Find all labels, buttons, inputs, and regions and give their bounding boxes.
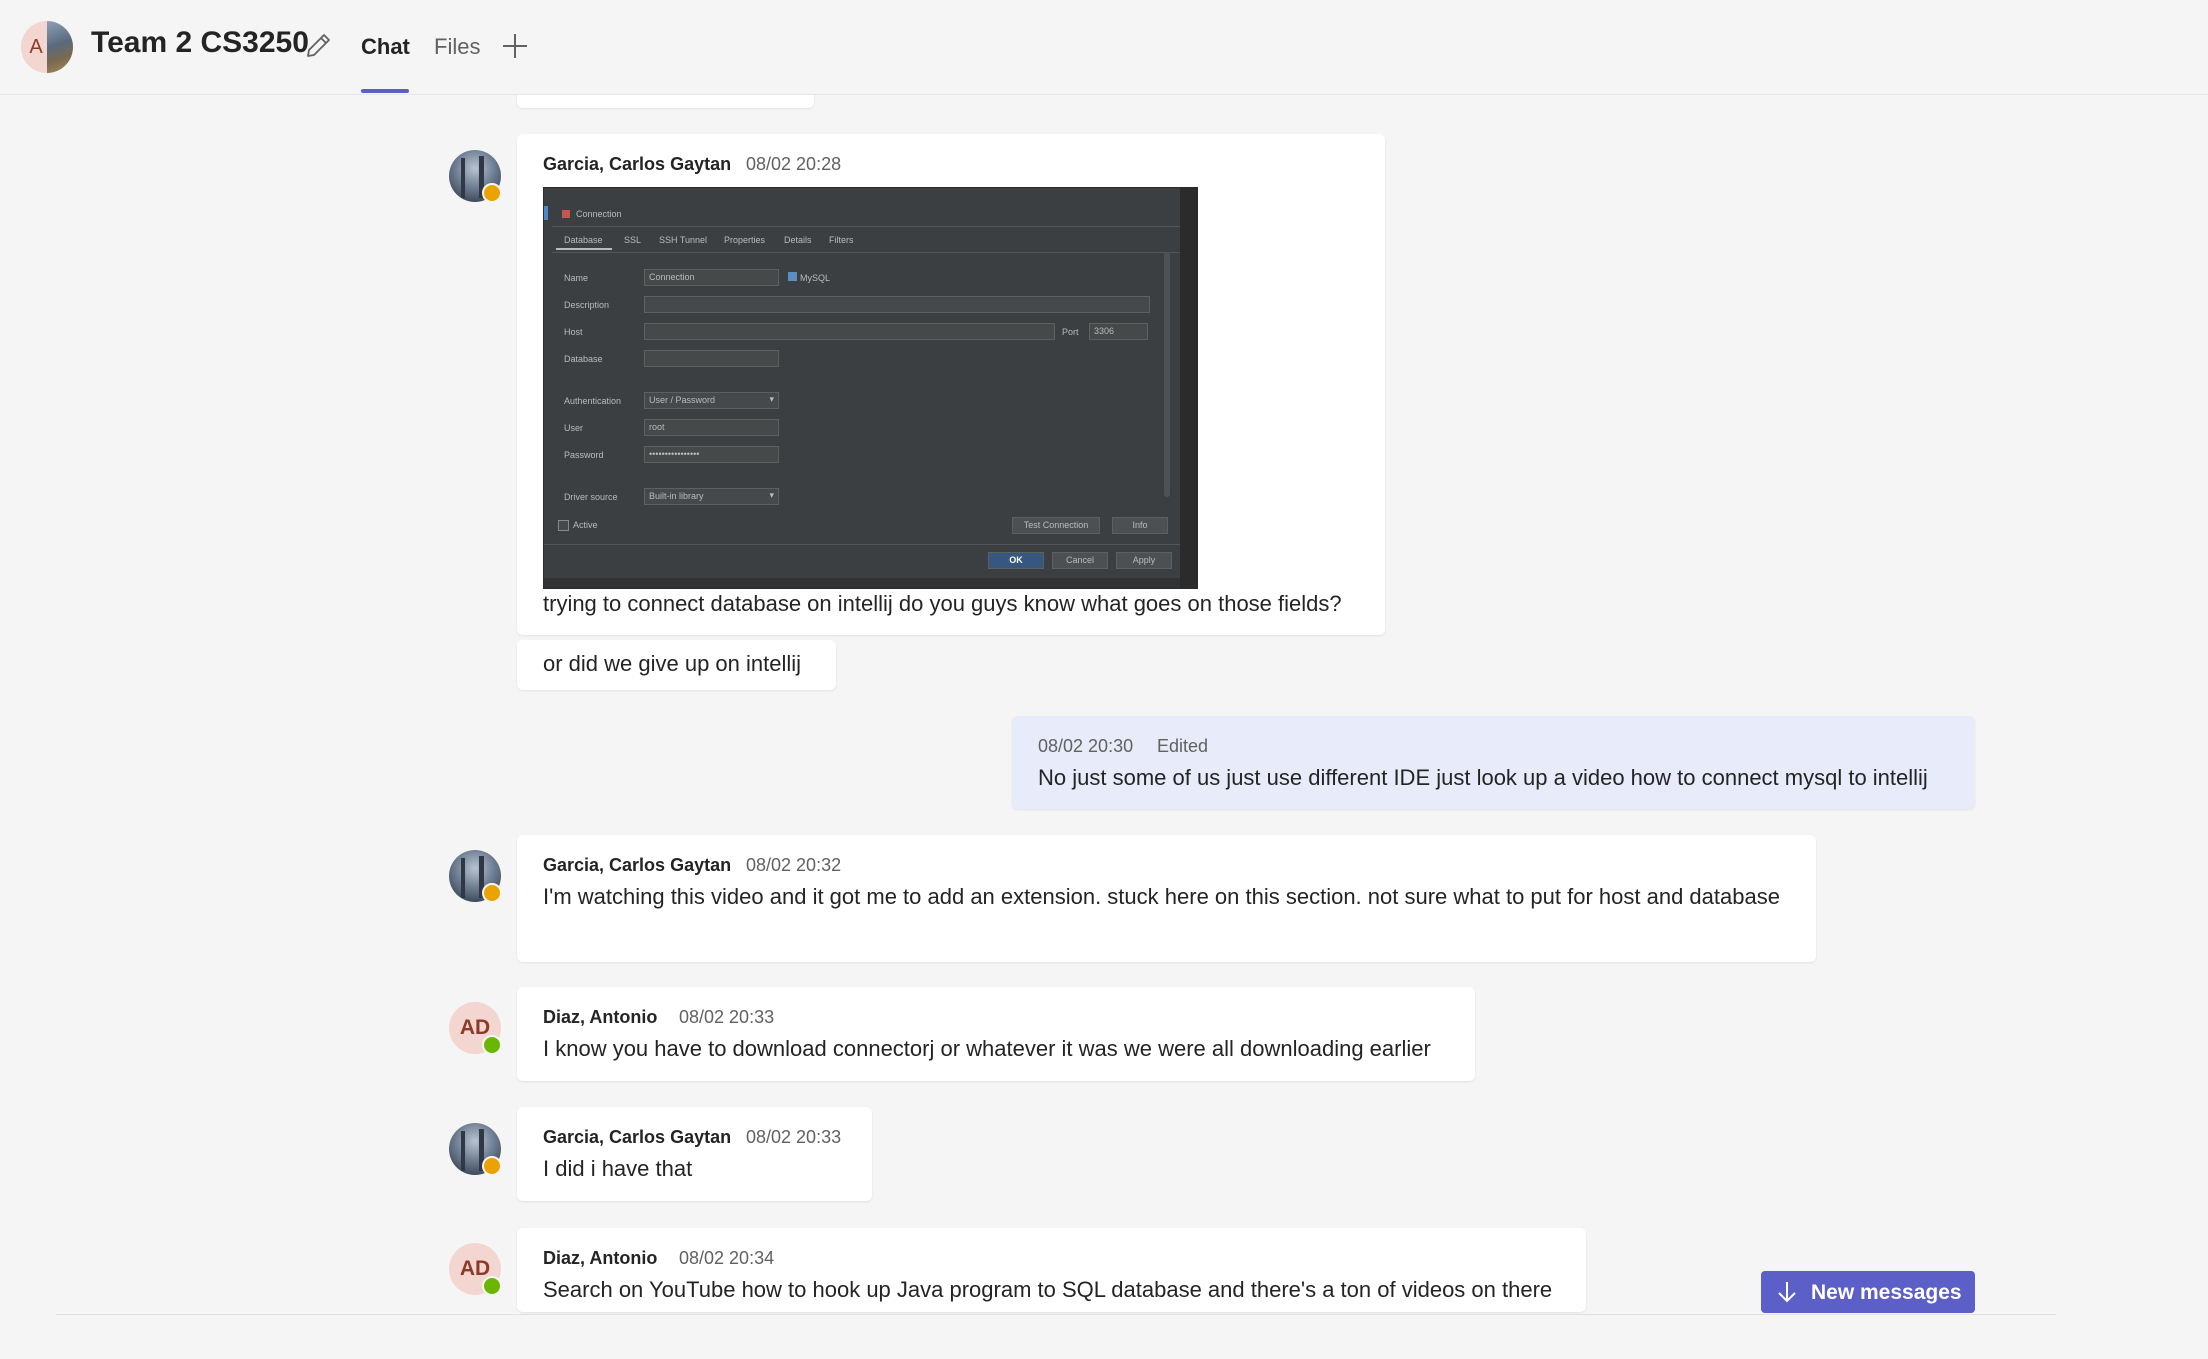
tab-ssh-tunnel[interactable]: SSH Tunnel [659, 235, 707, 245]
message-bubble[interactable]: Garcia, Carlos Gaytan 08/02 20:32 I'm wa… [517, 835, 1816, 962]
status-away-icon [482, 183, 502, 203]
active-checkbox[interactable] [558, 520, 569, 531]
message-sender: Diaz, Antonio [543, 1007, 658, 1027]
group-avatar[interactable]: A [21, 21, 73, 73]
status-available-icon [482, 1035, 502, 1055]
test-connection-button[interactable]: Test Connection [1012, 517, 1100, 534]
message-time: 08/02 20:33 [746, 1127, 842, 1147]
message-text: Search on YouTube how to hook up Java pr… [543, 1277, 1553, 1302]
message-bubble[interactable]: or did we give up on intellij [517, 640, 836, 690]
tab-ssl[interactable]: SSL [624, 235, 641, 245]
own-message-bubble[interactable]: 08/02 20:30 Edited No just some of us ju… [1012, 716, 1975, 809]
message-text: I know you have to download connectorj o… [543, 1036, 1431, 1061]
attached-image[interactable]: Connection Database SSL SSH Tunnel Prope… [543, 187, 1198, 589]
password-label: Password [564, 450, 604, 460]
group-avatar-photo [47, 21, 73, 73]
database-label: Database [564, 354, 603, 364]
database-field[interactable] [644, 350, 779, 367]
driver-source-label: Driver source [564, 492, 618, 502]
description-field[interactable] [644, 296, 1150, 313]
ok-button[interactable]: OK [988, 552, 1044, 569]
host-field[interactable] [644, 323, 1055, 340]
mysql-icon [788, 272, 797, 281]
auth-select[interactable]: User / Password ▾ [644, 392, 779, 409]
tab-files[interactable]: Files [434, 34, 480, 60]
message-text: I'm watching this video and it got me to… [543, 884, 1780, 909]
connection-icon [562, 210, 570, 218]
message-bubble[interactable]: Diaz, Antonio 08/02 20:33 I know you hav… [517, 987, 1475, 1081]
status-available-icon [482, 1276, 502, 1296]
message-bubble[interactable]: Garcia, Carlos Gaytan 08/02 20:33 I did … [517, 1107, 872, 1201]
compose-divider [56, 1314, 2056, 1315]
port-label: Port [1062, 327, 1079, 337]
info-button[interactable]: Info [1112, 517, 1168, 534]
active-tab-indicator [361, 89, 409, 93]
tab-filters[interactable]: Filters [829, 235, 854, 245]
message-bubble[interactable]: Diaz, Antonio 08/02 20:34 Search on YouT… [517, 1228, 1586, 1312]
user-label: User [564, 423, 584, 433]
user-field[interactable]: root [644, 419, 779, 436]
add-tab-icon[interactable] [501, 32, 529, 60]
host-label: Host [564, 327, 583, 337]
arrow-down-icon [1778, 1282, 1796, 1303]
tab-details[interactable]: Details [784, 235, 812, 245]
chat-title: Team 2 CS3250 [91, 26, 309, 59]
message-time: 08/02 20:34 [679, 1248, 775, 1268]
dialog-title: Connection [576, 209, 622, 219]
group-avatar-initial: A [21, 21, 47, 73]
tab-properties[interactable]: Properties [724, 235, 765, 245]
tab-database[interactable]: Database [564, 235, 603, 245]
status-away-icon [482, 883, 502, 903]
driver-source-select[interactable]: Built-in library ▾ [644, 488, 779, 505]
message-sender: Garcia, Carlos Gaytan [543, 855, 732, 875]
message-text: or did we give up on intellij [543, 651, 802, 676]
message-text: I did i have that [543, 1156, 693, 1181]
message-time: 08/02 20:30 [1038, 736, 1134, 756]
name-label: Name [564, 273, 589, 283]
description-label: Description [564, 300, 610, 310]
message-time: 08/02 20:33 [679, 1007, 775, 1027]
message-time: 08/02 20:28 [746, 154, 842, 174]
driver-label: MySQL [800, 273, 831, 283]
tab-chat[interactable]: Chat [361, 34, 410, 60]
status-away-icon [482, 1156, 502, 1176]
new-messages-button[interactable]: New messages [1761, 1271, 1975, 1313]
apply-button[interactable]: Apply [1116, 552, 1172, 569]
message-sender: Diaz, Antonio [543, 1248, 658, 1268]
scrollbar[interactable] [1164, 252, 1170, 497]
message-sender: Garcia, Carlos Gaytan [543, 154, 732, 174]
edited-label: Edited [1157, 736, 1209, 756]
auth-label: Authentication [564, 396, 622, 406]
message-text: trying to connect database on intellij d… [543, 591, 1342, 616]
new-messages-label: New messages [1811, 1281, 1962, 1304]
chat-header: A Team 2 CS3250 Chat Files [0, 0, 2208, 95]
password-field[interactable]: •••••••••••••••• [644, 446, 779, 463]
message-text: No just some of us just use different ID… [1038, 765, 1928, 790]
message-sender: Garcia, Carlos Gaytan [543, 1127, 732, 1147]
cancel-button[interactable]: Cancel [1052, 552, 1108, 569]
edit-pencil-icon[interactable] [302, 30, 334, 62]
name-field[interactable]: Connection [644, 269, 779, 286]
message-time: 08/02 20:32 [746, 855, 842, 875]
active-label: Active [573, 520, 598, 530]
port-field[interactable]: 3306 [1089, 323, 1148, 340]
